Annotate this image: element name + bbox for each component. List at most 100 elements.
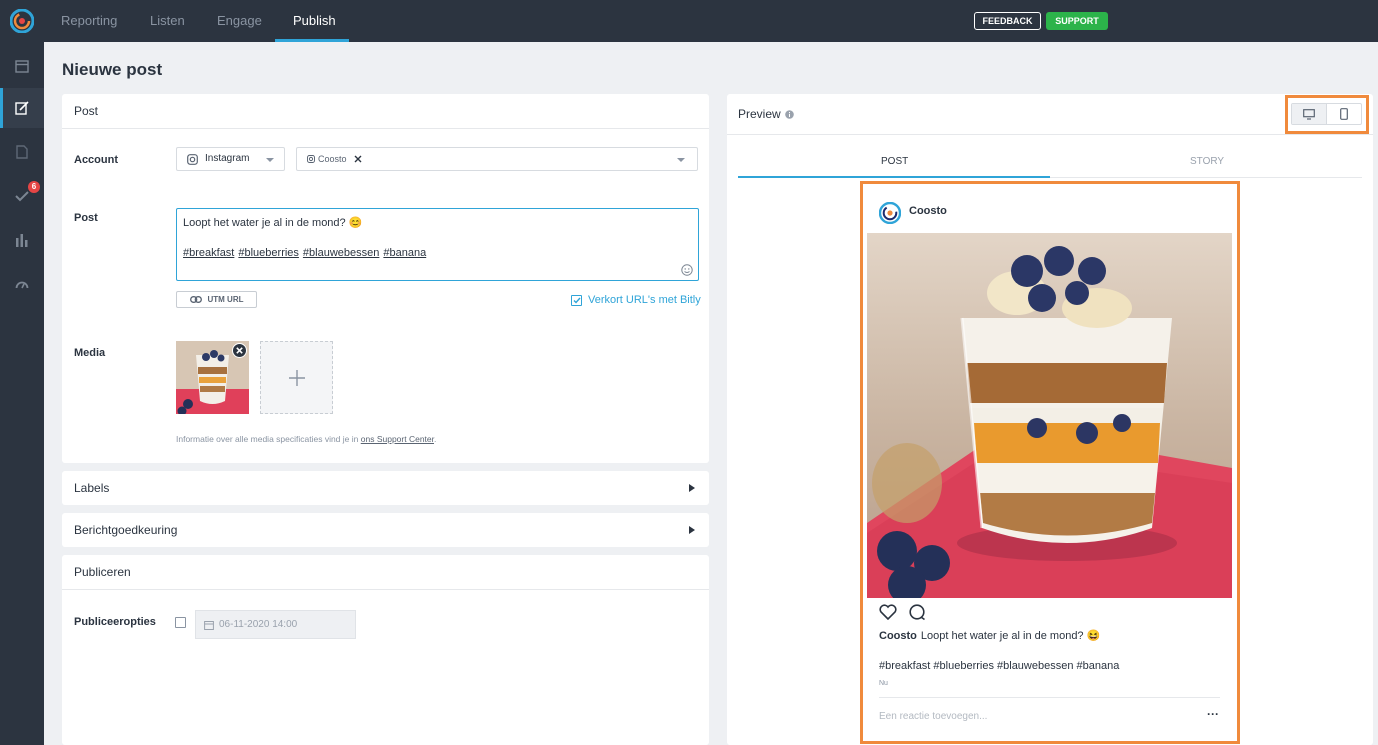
instagram-photo xyxy=(867,233,1232,598)
info-icon[interactable] xyxy=(784,109,794,119)
sidebar-item-dashboard[interactable] xyxy=(0,264,44,304)
sidebar-item-documents[interactable] xyxy=(0,132,44,172)
compose-icon xyxy=(15,101,29,115)
mobile-icon xyxy=(1340,108,1348,120)
link-icon xyxy=(189,296,202,303)
heart-icon[interactable] xyxy=(879,604,897,620)
preview-title: Preview xyxy=(738,107,781,121)
approval-card-title: Berichtgoedkeuring xyxy=(74,523,178,537)
post-text-input[interactable]: Loopt het water je al in de mond? 😊 #bre… xyxy=(176,208,699,281)
divider xyxy=(62,128,709,129)
preview-tab-indicator xyxy=(738,176,1050,178)
gauge-icon xyxy=(15,281,29,289)
comment-input[interactable]: Een reactie toevoegen... xyxy=(879,711,987,722)
hashtag: #banana xyxy=(383,247,427,259)
labels-card-title: Labels xyxy=(74,481,110,495)
nav-tab-publish[interactable]: Publish xyxy=(293,0,336,42)
sidebar-item-statistics[interactable] xyxy=(0,220,44,260)
instagram-hashtags: #breakfast #blueberries #blauwebessen #b… xyxy=(879,660,1120,672)
preview-tab-story[interactable]: STORY xyxy=(1190,156,1224,167)
instagram-icon xyxy=(307,155,315,163)
labels-card[interactable]: Labels xyxy=(62,471,709,505)
document-icon xyxy=(16,145,28,159)
post-timestamp: Nu xyxy=(879,680,888,687)
checkmark-icon xyxy=(15,191,29,202)
nav-tab-reporting[interactable]: Reporting xyxy=(61,0,117,42)
calendar-icon xyxy=(204,620,214,630)
nav-tab-engage[interactable]: Engage xyxy=(217,0,262,42)
nav-tab-listen[interactable]: Listen xyxy=(150,0,185,42)
media-info-text: Informatie over alle media specificaties… xyxy=(176,434,436,444)
desktop-view-button[interactable] xyxy=(1292,104,1327,124)
desktop-icon xyxy=(1303,108,1315,120)
sidebar-item-compose[interactable] xyxy=(0,88,44,128)
add-media-button[interactable] xyxy=(260,341,333,414)
coosto-avatar xyxy=(879,202,901,224)
publish-options-label: Publiceeropties xyxy=(74,616,156,628)
publish-options-checkbox[interactable] xyxy=(175,617,186,628)
expand-arrow-icon xyxy=(689,526,695,534)
divider xyxy=(727,134,1373,135)
bitly-checkbox[interactable] xyxy=(571,294,582,306)
mobile-view-button[interactable] xyxy=(1327,104,1361,124)
bar-chart-icon xyxy=(16,234,28,247)
support-button[interactable]: SUPPORT xyxy=(1046,12,1108,30)
account-label: Account xyxy=(74,154,118,166)
network-select[interactable]: Instagram xyxy=(176,147,285,171)
sidebar-item-approvals[interactable]: 6 xyxy=(0,176,44,216)
instagram-icon xyxy=(187,154,198,165)
publish-date-field[interactable]: 06-11-2020 14:00 xyxy=(195,610,356,639)
active-tab-indicator xyxy=(275,39,349,42)
media-label: Media xyxy=(74,347,106,359)
network-select-value: Instagram xyxy=(205,153,250,164)
media-thumbnail[interactable] xyxy=(176,341,249,414)
emoji-picker-icon[interactable] xyxy=(681,264,693,276)
checkmark-icon xyxy=(573,297,581,304)
preview-tab-post[interactable]: POST xyxy=(881,156,908,167)
top-navigation-bar: Reporting Listen Engage Publish FEEDBACK… xyxy=(0,0,1378,42)
device-toggle xyxy=(1291,103,1362,125)
more-options-icon[interactable]: ··· xyxy=(1207,707,1219,721)
sidebar-item-calendar[interactable] xyxy=(0,46,44,86)
account-chip: Coosto xyxy=(307,152,362,166)
divider xyxy=(62,589,709,590)
expand-arrow-icon xyxy=(689,484,695,492)
page-title: Nieuwe post xyxy=(62,60,163,79)
post-text-line: Loopt het water je al in de mond? 😊 xyxy=(183,217,363,229)
publish-card: Publiceren Publiceeropties 06-11-2020 14… xyxy=(62,555,709,745)
publish-date-value: 06-11-2020 14:00 xyxy=(219,619,298,630)
plus-icon xyxy=(288,369,305,386)
hashtag: #blauwebessen xyxy=(302,247,380,259)
remove-account-icon[interactable] xyxy=(354,155,362,163)
sidebar: 6 xyxy=(0,42,44,745)
account-chip-label: Coosto xyxy=(318,154,347,164)
remove-media-icon[interactable] xyxy=(232,343,247,358)
instagram-caption: Coosto Loopt het water je al in de mond?… xyxy=(879,629,1101,643)
coosto-logo-icon[interactable] xyxy=(10,9,34,33)
support-center-link[interactable]: ons Support Center xyxy=(361,434,434,444)
bitly-label: Verkort URL's met Bitly xyxy=(588,294,701,306)
divider xyxy=(879,697,1220,698)
utm-url-label: UTM URL xyxy=(207,295,244,304)
feedback-button[interactable]: FEEDBACK xyxy=(974,12,1041,30)
hashtag: #breakfast xyxy=(183,247,235,259)
post-card-title: Post xyxy=(74,104,99,118)
instagram-username: Coosto xyxy=(909,205,947,217)
utm-url-button[interactable]: UTM URL xyxy=(176,291,257,308)
preview-header: Preview xyxy=(738,107,794,121)
approval-card[interactable]: Berichtgoedkeuring xyxy=(62,513,709,547)
account-select[interactable]: Coosto xyxy=(296,147,698,171)
parfait-photo-image xyxy=(867,233,1232,598)
calendar-icon xyxy=(15,60,29,73)
media-info-suffix: . xyxy=(434,434,437,444)
hashtag: #blueberries xyxy=(238,247,299,259)
instagram-post-preview: Coosto Coosto Loopt het water je al in d… xyxy=(867,190,1232,738)
caption-text: Loopt het water je al in de mond? 😆 xyxy=(920,630,1101,642)
media-info-prefix: Informatie over alle media specificaties… xyxy=(176,434,359,444)
caption-username: Coosto xyxy=(879,629,917,642)
post-card: Post Account Instagram Coosto Post Loopt… xyxy=(62,94,709,463)
bitly-toggle[interactable]: Verkort URL's met Bitly xyxy=(571,294,701,306)
divider xyxy=(1050,177,1362,178)
publish-card-title: Publiceren xyxy=(74,565,131,579)
comment-icon[interactable] xyxy=(909,604,926,621)
